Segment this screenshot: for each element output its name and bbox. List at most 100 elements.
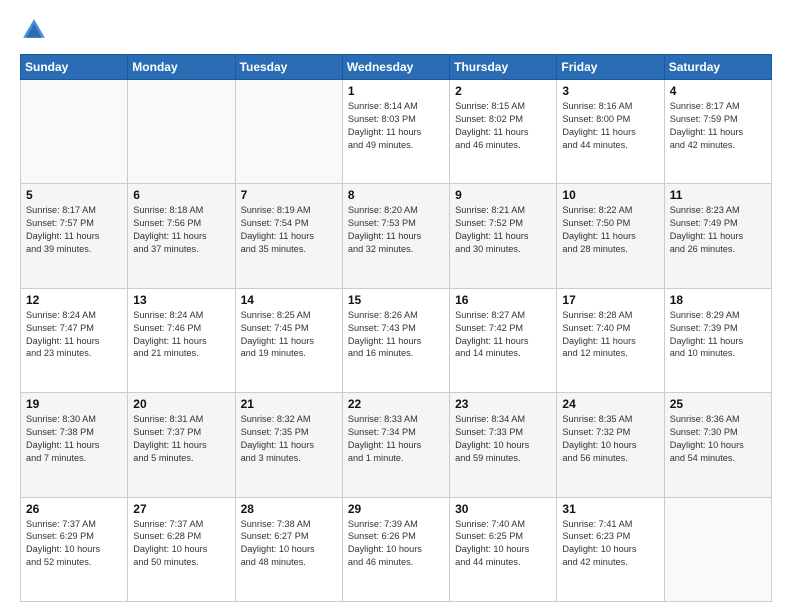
calendar-cell: 9 Sunrise: 8:21 AM Sunset: 7:52 PM Daylig… (450, 184, 557, 288)
calendar-cell: 31 Sunrise: 7:41 AM Sunset: 6:23 PM Dayli… (557, 497, 664, 601)
day-number: 22 (348, 397, 444, 411)
day-info: Sunrise: 8:33 AM Sunset: 7:34 PM Dayligh… (348, 413, 444, 465)
calendar-cell (21, 80, 128, 184)
day-info: Sunrise: 8:24 AM Sunset: 7:47 PM Dayligh… (26, 309, 122, 361)
day-info: Sunrise: 8:30 AM Sunset: 7:38 PM Dayligh… (26, 413, 122, 465)
day-number: 24 (562, 397, 658, 411)
day-number: 3 (562, 84, 658, 98)
calendar-cell: 3 Sunrise: 8:16 AM Sunset: 8:00 PM Daylig… (557, 80, 664, 184)
calendar-cell: 6Sunrise: 8:18 AM Sunset: 7:56 PM Daylig… (128, 184, 235, 288)
calendar-week-row: 1 Sunrise: 8:14 AM Sunset: 8:03 PM Daylig… (21, 80, 772, 184)
day-info: Sunrise: 8:20 AM Sunset: 7:53 PM Dayligh… (348, 204, 444, 256)
day-info: Sunrise: 7:38 AM Sunset: 6:27 PM Dayligh… (241, 518, 337, 570)
day-number: 5 (26, 188, 122, 202)
calendar-table: SundayMondayTuesdayWednesdayThursdayFrid… (20, 54, 772, 602)
calendar-cell: 28 Sunrise: 7:38 AM Sunset: 6:27 PM Dayli… (235, 497, 342, 601)
calendar-cell: 17Sunrise: 8:28 AM Sunset: 7:40 PM Dayli… (557, 288, 664, 392)
calendar-cell: 4Sunrise: 8:17 AM Sunset: 7:59 PM Daylig… (664, 80, 771, 184)
day-info: Sunrise: 8:22 AM Sunset: 7:50 PM Dayligh… (562, 204, 658, 256)
day-number: 25 (670, 397, 766, 411)
calendar-cell: 18 Sunrise: 8:29 AM Sunset: 7:39 PM Dayli… (664, 288, 771, 392)
day-number: 30 (455, 502, 551, 516)
day-number: 19 (26, 397, 122, 411)
day-info: Sunrise: 7:41 AM Sunset: 6:23 PM Dayligh… (562, 518, 658, 570)
weekday-header-tuesday: Tuesday (235, 55, 342, 80)
calendar-cell: 29 Sunrise: 7:39 AM Sunset: 6:26 PM Dayli… (342, 497, 449, 601)
calendar-week-row: 5 Sunrise: 8:17 AM Sunset: 7:57 PM Daylig… (21, 184, 772, 288)
calendar-cell: 14 Sunrise: 8:25 AM Sunset: 7:45 PM Dayli… (235, 288, 342, 392)
day-info: Sunrise: 8:23 AM Sunset: 7:49 PM Dayligh… (670, 204, 766, 256)
calendar-cell (235, 80, 342, 184)
day-number: 1 (348, 84, 444, 98)
day-number: 18 (670, 293, 766, 307)
day-number: 8 (348, 188, 444, 202)
day-info: Sunrise: 8:36 AM Sunset: 7:30 PM Dayligh… (670, 413, 766, 465)
day-info: Sunrise: 8:25 AM Sunset: 7:45 PM Dayligh… (241, 309, 337, 361)
day-number: 21 (241, 397, 337, 411)
day-number: 14 (241, 293, 337, 307)
day-number: 10 (562, 188, 658, 202)
day-info: Sunrise: 8:32 AM Sunset: 7:35 PM Dayligh… (241, 413, 337, 465)
day-number: 11 (670, 188, 766, 202)
calendar-cell: 26 Sunrise: 7:37 AM Sunset: 6:29 PM Dayli… (21, 497, 128, 601)
day-info: Sunrise: 8:16 AM Sunset: 8:00 PM Dayligh… (562, 100, 658, 152)
weekday-header-wednesday: Wednesday (342, 55, 449, 80)
day-info: Sunrise: 7:40 AM Sunset: 6:25 PM Dayligh… (455, 518, 551, 570)
calendar-cell: 8 Sunrise: 8:20 AM Sunset: 7:53 PM Daylig… (342, 184, 449, 288)
day-info: Sunrise: 8:17 AM Sunset: 7:57 PM Dayligh… (26, 204, 122, 256)
day-number: 9 (455, 188, 551, 202)
calendar-week-row: 12 Sunrise: 8:24 AM Sunset: 7:47 PM Dayli… (21, 288, 772, 392)
day-number: 16 (455, 293, 551, 307)
logo (20, 16, 52, 44)
day-info: Sunrise: 8:29 AM Sunset: 7:39 PM Dayligh… (670, 309, 766, 361)
day-info: Sunrise: 7:37 AM Sunset: 6:29 PM Dayligh… (26, 518, 122, 570)
day-number: 4 (670, 84, 766, 98)
calendar-cell (664, 497, 771, 601)
day-number: 28 (241, 502, 337, 516)
page: SundayMondayTuesdayWednesdayThursdayFrid… (0, 0, 792, 612)
calendar-cell: 20 Sunrise: 8:31 AM Sunset: 7:37 PM Dayli… (128, 393, 235, 497)
header (20, 16, 772, 44)
calendar-cell: 24 Sunrise: 8:35 AM Sunset: 7:32 PM Dayli… (557, 393, 664, 497)
weekday-header-row: SundayMondayTuesdayWednesdayThursdayFrid… (21, 55, 772, 80)
calendar-cell: 5 Sunrise: 8:17 AM Sunset: 7:57 PM Daylig… (21, 184, 128, 288)
day-info: Sunrise: 8:35 AM Sunset: 7:32 PM Dayligh… (562, 413, 658, 465)
calendar-week-row: 19 Sunrise: 8:30 AM Sunset: 7:38 PM Dayli… (21, 393, 772, 497)
weekday-header-sunday: Sunday (21, 55, 128, 80)
day-number: 26 (26, 502, 122, 516)
calendar-cell: 7 Sunrise: 8:19 AM Sunset: 7:54 PM Daylig… (235, 184, 342, 288)
calendar-cell: 30 Sunrise: 7:40 AM Sunset: 6:25 PM Dayli… (450, 497, 557, 601)
calendar-cell: 13Sunrise: 8:24 AM Sunset: 7:46 PM Dayli… (128, 288, 235, 392)
calendar-cell: 16Sunrise: 8:27 AM Sunset: 7:42 PM Dayli… (450, 288, 557, 392)
calendar-cell: 1 Sunrise: 8:14 AM Sunset: 8:03 PM Daylig… (342, 80, 449, 184)
day-number: 29 (348, 502, 444, 516)
day-number: 12 (26, 293, 122, 307)
day-info: Sunrise: 8:14 AM Sunset: 8:03 PM Dayligh… (348, 100, 444, 152)
calendar-cell: 25 Sunrise: 8:36 AM Sunset: 7:30 PM Dayli… (664, 393, 771, 497)
calendar-cell: 10 Sunrise: 8:22 AM Sunset: 7:50 PM Dayli… (557, 184, 664, 288)
day-number: 31 (562, 502, 658, 516)
weekday-header-thursday: Thursday (450, 55, 557, 80)
calendar-cell: 15 Sunrise: 8:26 AM Sunset: 7:43 PM Dayli… (342, 288, 449, 392)
day-info: Sunrise: 8:19 AM Sunset: 7:54 PM Dayligh… (241, 204, 337, 256)
day-number: 20 (133, 397, 229, 411)
day-number: 13 (133, 293, 229, 307)
logo-icon (20, 16, 48, 44)
calendar-cell: 2 Sunrise: 8:15 AM Sunset: 8:02 PM Daylig… (450, 80, 557, 184)
day-info: Sunrise: 8:31 AM Sunset: 7:37 PM Dayligh… (133, 413, 229, 465)
day-info: Sunrise: 8:15 AM Sunset: 8:02 PM Dayligh… (455, 100, 551, 152)
weekday-header-saturday: Saturday (664, 55, 771, 80)
day-number: 2 (455, 84, 551, 98)
day-info: Sunrise: 8:26 AM Sunset: 7:43 PM Dayligh… (348, 309, 444, 361)
calendar-cell: 11 Sunrise: 8:23 AM Sunset: 7:49 PM Dayli… (664, 184, 771, 288)
day-info: Sunrise: 8:34 AM Sunset: 7:33 PM Dayligh… (455, 413, 551, 465)
day-number: 7 (241, 188, 337, 202)
calendar-cell: 27Sunrise: 7:37 AM Sunset: 6:28 PM Dayli… (128, 497, 235, 601)
calendar-cell: 21 Sunrise: 8:32 AM Sunset: 7:35 PM Dayli… (235, 393, 342, 497)
day-number: 17 (562, 293, 658, 307)
day-info: Sunrise: 8:21 AM Sunset: 7:52 PM Dayligh… (455, 204, 551, 256)
calendar-cell: 12 Sunrise: 8:24 AM Sunset: 7:47 PM Dayli… (21, 288, 128, 392)
calendar-cell (128, 80, 235, 184)
day-info: Sunrise: 7:39 AM Sunset: 6:26 PM Dayligh… (348, 518, 444, 570)
day-number: 15 (348, 293, 444, 307)
